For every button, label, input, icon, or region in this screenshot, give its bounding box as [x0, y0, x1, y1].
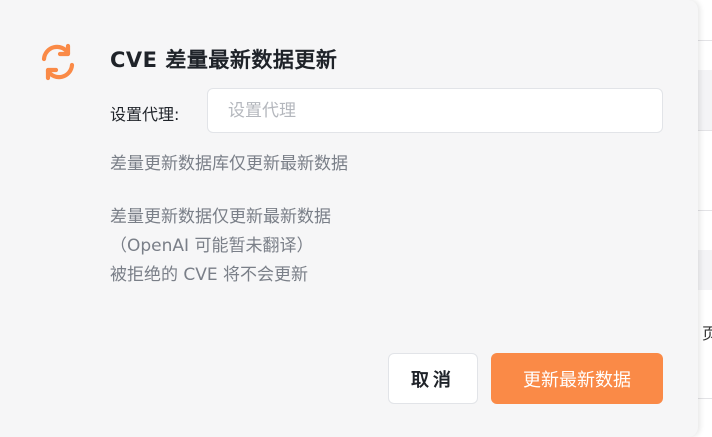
background-divider: [698, 398, 712, 399]
proxy-input[interactable]: [207, 88, 663, 133]
background-block: [698, 70, 712, 130]
background-divider: [698, 40, 712, 41]
dialog-title: CVE 差量最新数据更新: [110, 48, 338, 72]
background-partial-text: 页: [702, 324, 712, 342]
description-notes: 差量更新数据仅更新最新数据 （OpenAI 可能暂未翻译） 被拒绝的 CVE 将…: [110, 203, 331, 290]
description-line: （OpenAI 可能暂未翻译）: [110, 236, 314, 256]
background-block: [698, 250, 712, 290]
background-divider: [698, 210, 712, 211]
cve-update-dialog: CVE 差量最新数据更新 设置代理: 差量更新数据库仅更新最新数据 差量更新数据…: [0, 0, 698, 437]
proxy-label: 设置代理:: [110, 105, 180, 124]
background-divider: [698, 130, 712, 131]
description-line: 被拒绝的 CVE 将不会更新: [110, 265, 309, 285]
cancel-button[interactable]: 取消: [388, 353, 478, 404]
description-text: 差量更新数据库仅更新最新数据: [110, 154, 348, 174]
background-edge: 页: [698, 0, 712, 437]
update-latest-data-button[interactable]: 更新最新数据: [491, 353, 663, 404]
refresh-icon: [41, 43, 75, 81]
description-line: 差量更新数据仅更新最新数据: [110, 207, 331, 227]
